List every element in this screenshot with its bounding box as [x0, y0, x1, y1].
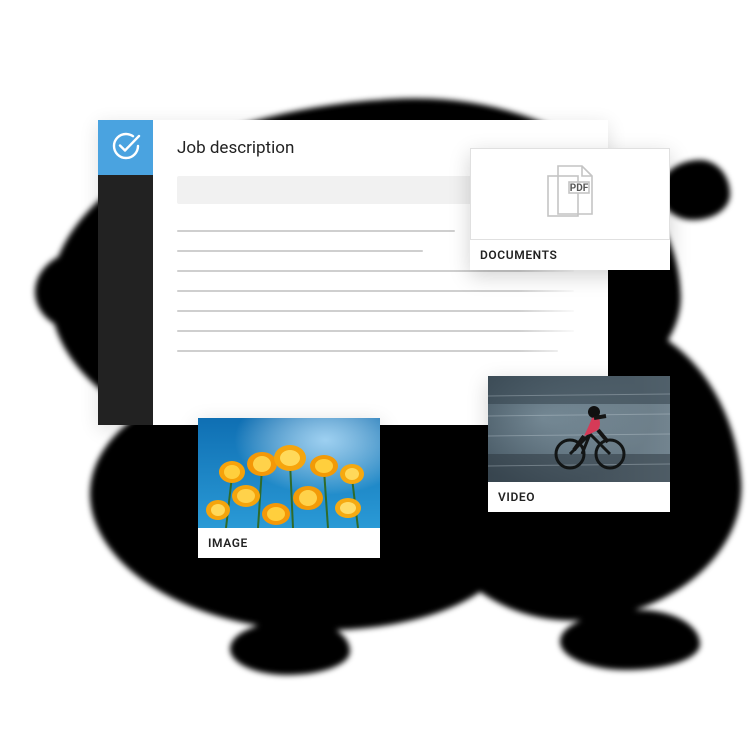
text-line: [177, 350, 558, 352]
pdf-label: PDF: [570, 183, 589, 194]
video-thumbnail: [488, 376, 670, 482]
checkmark-circle-icon: [110, 130, 142, 166]
text-line: [177, 290, 574, 292]
app-logo-tile[interactable]: [98, 120, 153, 175]
video-tile-label: VIDEO: [488, 482, 670, 512]
documents-tile[interactable]: PDF DOCUMENTS: [470, 148, 670, 270]
video-tile[interactable]: VIDEO: [488, 376, 670, 512]
image-tile[interactable]: IMAGE: [198, 418, 380, 558]
text-line: [177, 230, 455, 232]
text-line: [177, 330, 574, 332]
image-tile-label: IMAGE: [198, 528, 380, 558]
text-line: [177, 270, 574, 272]
text-line: [177, 310, 574, 312]
image-thumbnail: [198, 418, 380, 528]
stage: Job description: [0, 0, 750, 735]
sidebar: [98, 120, 153, 425]
documents-thumbnail: PDF: [470, 148, 670, 240]
documents-tile-label: DOCUMENTS: [470, 240, 670, 270]
pdf-file-icon: PDF: [540, 160, 600, 228]
text-line: [177, 250, 423, 252]
